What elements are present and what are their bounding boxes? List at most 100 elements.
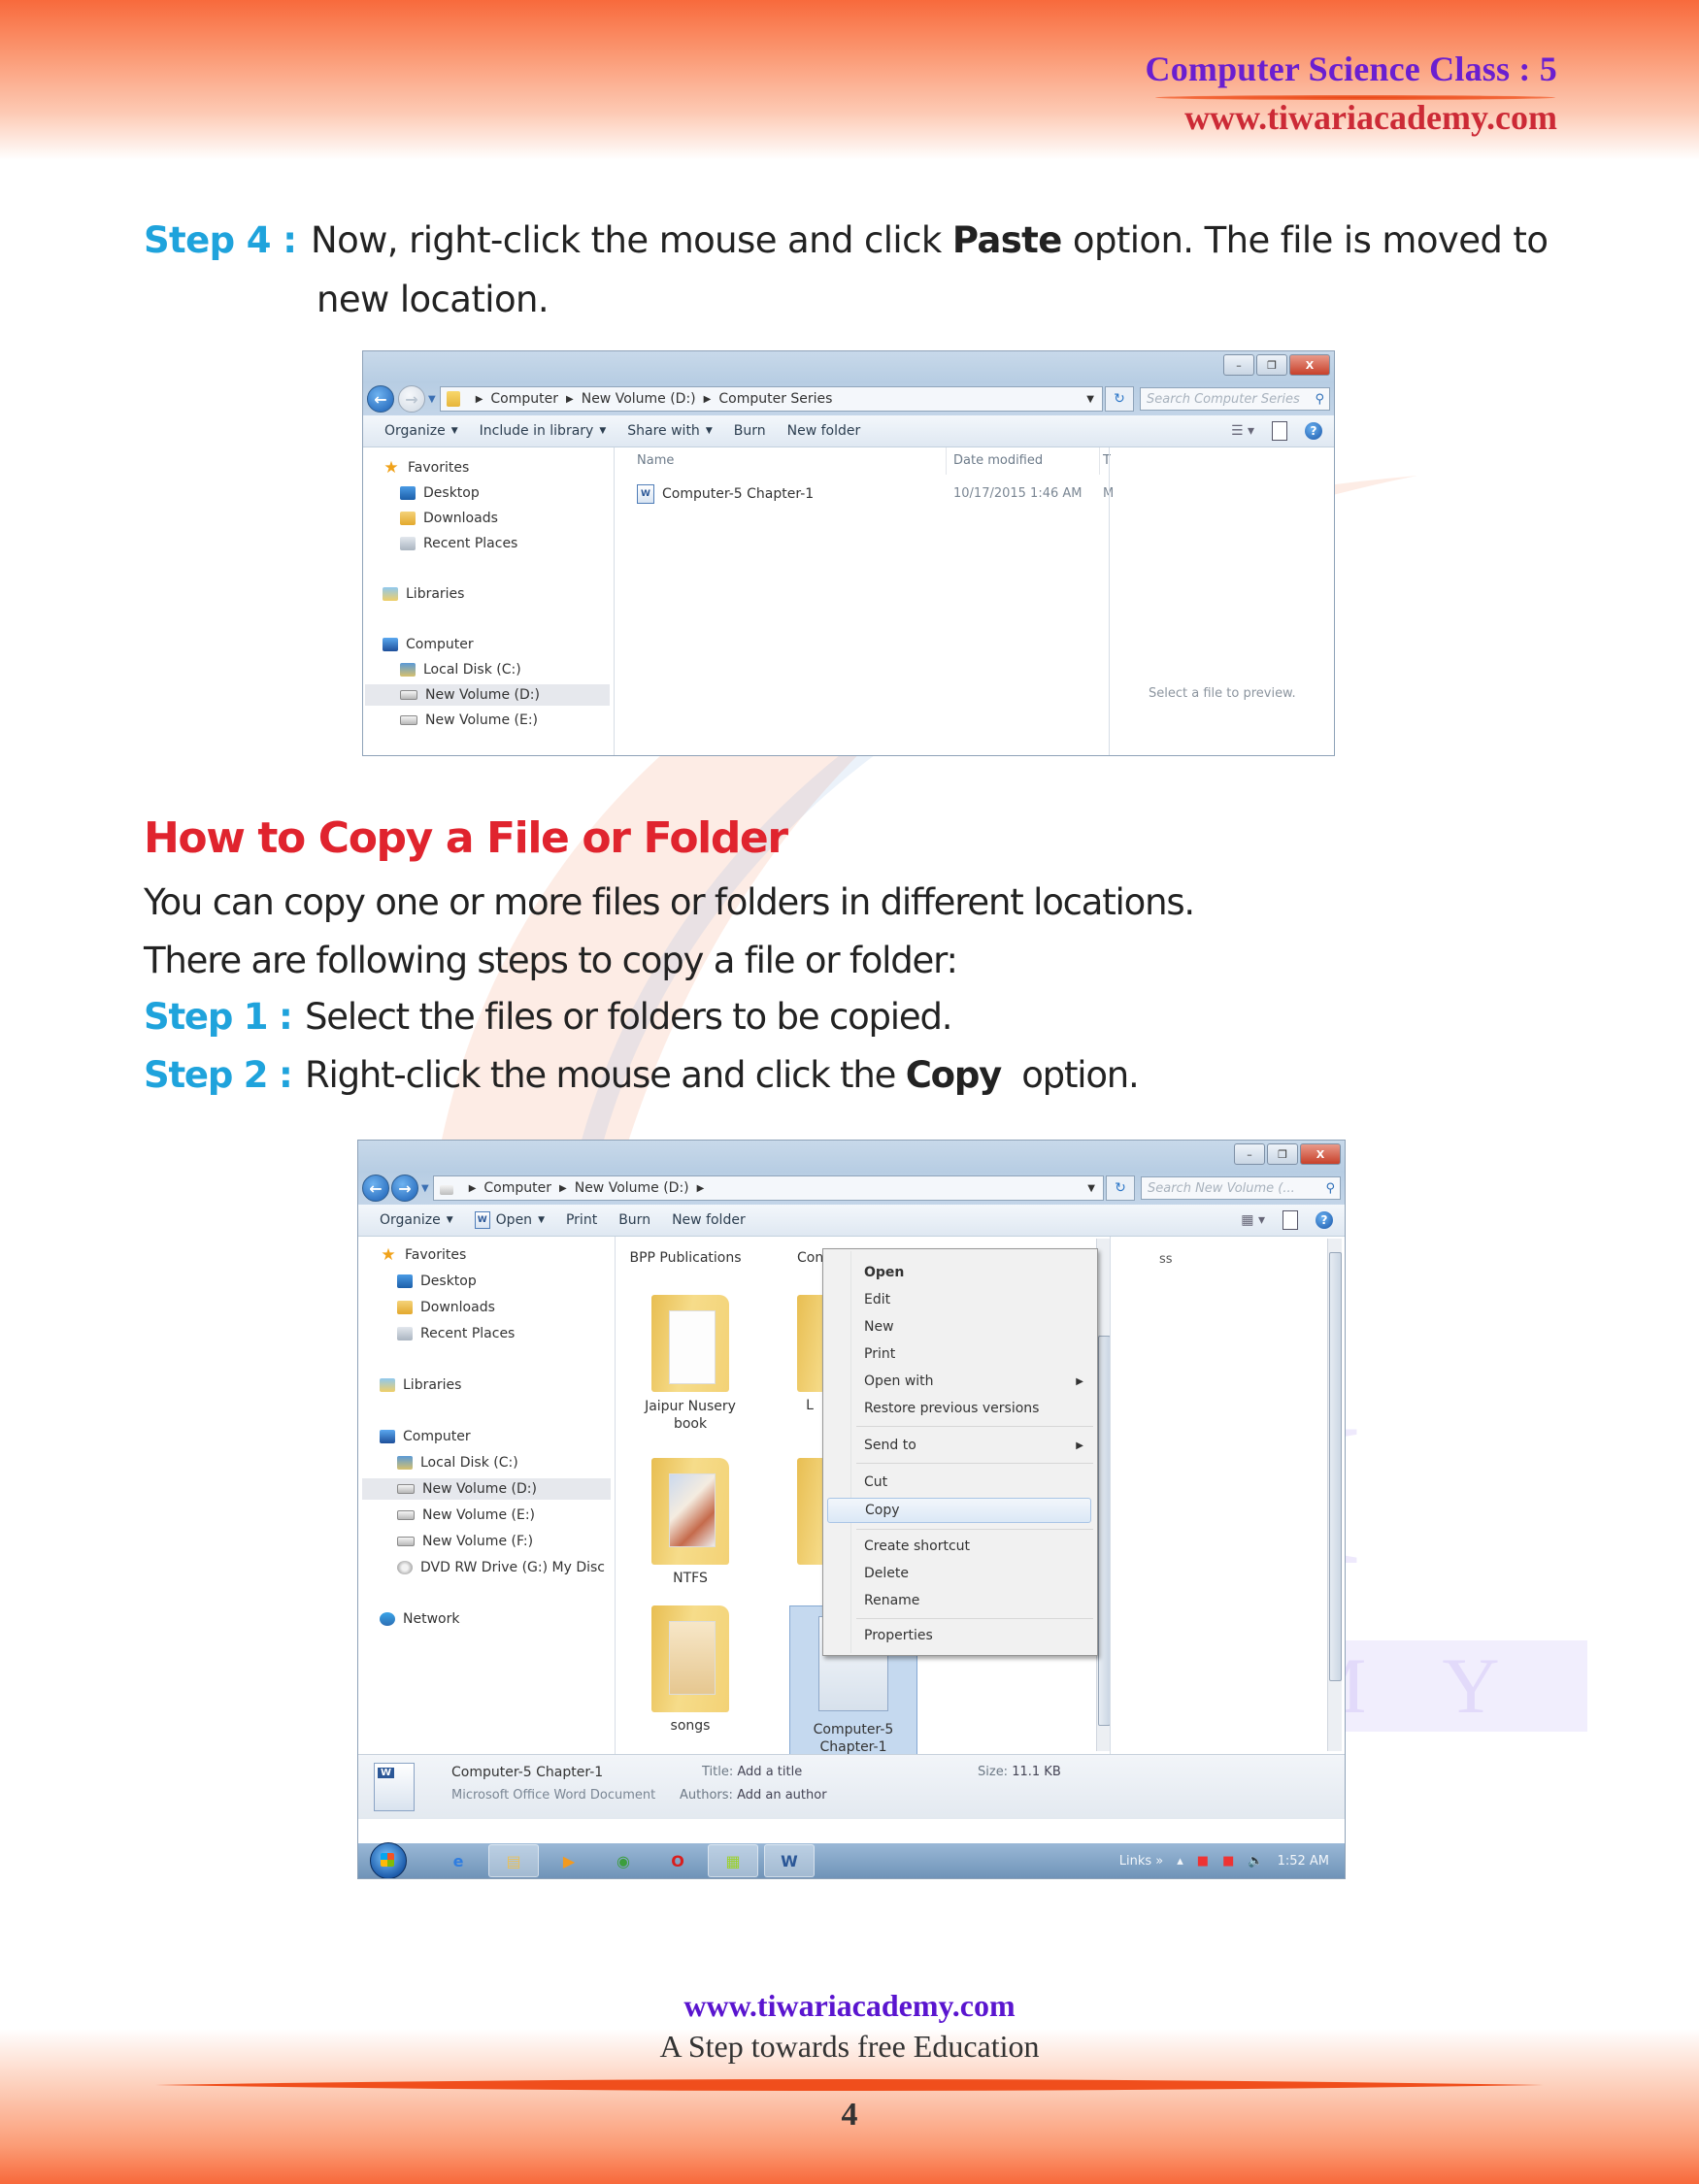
menu-item-print[interactable]: Print — [864, 1342, 1091, 1366]
nav-recent-places[interactable]: Recent Places — [400, 533, 517, 554]
menu-item-send-to[interactable]: Send to ▶ — [864, 1434, 1091, 1457]
breadcrumb-separator-icon[interactable]: ▶ — [469, 1183, 477, 1194]
window-scrollbar[interactable] — [1327, 1239, 1342, 1751]
folder-songs[interactable]: songs — [632, 1605, 749, 1734]
footer-website-link[interactable]: www.tiwariacademy.com — [0, 1988, 1699, 2024]
minimize-button[interactable]: – — [1234, 1143, 1265, 1165]
breadcrumb-separator-icon[interactable]: ▶ — [566, 394, 574, 405]
preview-pane-icon[interactable] — [1272, 421, 1287, 441]
word-taskbar-icon[interactable]: W — [764, 1844, 815, 1877]
menu-item-new[interactable]: New — [864, 1315, 1091, 1339]
breadcrumb-new-volume-d[interactable]: New Volume (D:) — [575, 1180, 689, 1196]
details-title[interactable]: Title: Add a title — [702, 1765, 802, 1779]
preview-pane-icon[interactable] — [1283, 1210, 1298, 1230]
opera-icon[interactable]: O — [653, 1845, 702, 1876]
network-error-icon[interactable]: ■ — [1197, 1854, 1209, 1869]
folder-ntfs[interactable]: NTFS — [632, 1458, 749, 1586]
start-button[interactable] — [370, 1842, 407, 1878]
nav-new-volume-e[interactable]: New Volume (E:) — [397, 1505, 535, 1526]
menu-item-copy[interactable]: Copy — [827, 1498, 1091, 1523]
include-in-library-button[interactable]: Include in library ▼ — [480, 423, 607, 439]
menu-item-open[interactable]: Open — [864, 1261, 1091, 1284]
windows-explorer-icon[interactable]: ▤ — [488, 1844, 539, 1877]
folder-partial[interactable] — [797, 1458, 822, 1571]
menu-item-create-shortcut[interactable]: Create shortcut — [864, 1535, 1091, 1558]
nav-desktop[interactable]: Desktop — [400, 482, 480, 504]
nav-downloads[interactable]: Downloads — [400, 508, 498, 529]
search-input[interactable]: Search New Volume (... ⚲ — [1141, 1176, 1341, 1200]
close-button[interactable]: X — [1289, 354, 1330, 376]
column-divider[interactable] — [946, 447, 947, 475]
show-hidden-icons-icon[interactable]: ▴ — [1177, 1854, 1183, 1869]
details-authors[interactable]: Authors: Add an author — [680, 1788, 827, 1803]
nav-dvd-drive-g[interactable]: DVD RW Drive (G:) My Disc — [397, 1557, 605, 1578]
calculator-icon[interactable]: ▦ — [708, 1844, 758, 1877]
change-view-icon[interactable]: ▦ ▾ — [1241, 1212, 1265, 1228]
back-button[interactable]: ← — [362, 1175, 389, 1202]
minimize-button[interactable]: – — [1223, 354, 1254, 376]
nav-libraries[interactable]: Libraries — [380, 1374, 461, 1396]
menu-item-restore-previous-versions[interactable]: Restore previous versions — [864, 1397, 1091, 1420]
restore-button[interactable]: ❐ — [1267, 1143, 1298, 1165]
close-button[interactable]: X — [1300, 1143, 1341, 1165]
breadcrumb-separator-icon[interactable]: ▶ — [559, 1183, 567, 1194]
scrollbar-thumb[interactable] — [1329, 1252, 1342, 1681]
refresh-button[interactable]: ↻ — [1106, 1175, 1135, 1201]
restore-button[interactable]: ❐ — [1256, 354, 1287, 376]
nav-local-disk-c[interactable]: Local Disk (C:) — [397, 1452, 518, 1473]
nav-new-volume-f[interactable]: New Volume (F:) — [397, 1531, 533, 1552]
content-scrollbar[interactable] — [1096, 1239, 1111, 1751]
breadcrumb-separator-icon[interactable]: ▶ — [704, 394, 712, 405]
nav-favorites[interactable]: ★ Favorites — [383, 457, 469, 479]
media-player-icon[interactable]: ▶ — [545, 1845, 593, 1876]
address-bar[interactable]: ▶ Computer ▶ New Volume (D:) ▶ ▼ — [432, 1175, 1104, 1201]
nav-new-volume-e[interactable]: New Volume (E:) — [400, 710, 538, 731]
nav-network[interactable]: Network — [380, 1608, 459, 1630]
nav-new-volume-d[interactable]: New Volume (D:) — [362, 1478, 611, 1500]
column-header-name[interactable]: Name — [637, 453, 674, 468]
nav-local-disk-c[interactable]: Local Disk (C:) — [400, 659, 521, 680]
organize-button[interactable]: Organize ▼ — [384, 423, 458, 439]
refresh-button[interactable]: ↻ — [1105, 386, 1134, 412]
menu-item-rename[interactable]: Rename — [864, 1589, 1091, 1612]
address-bar[interactable]: ▶ Computer ▶ New Volume (D:) ▶ Computer … — [439, 386, 1103, 412]
help-icon[interactable]: ? — [1316, 1211, 1333, 1229]
header-website-link[interactable]: www.tiwariacademy.com — [1184, 97, 1557, 138]
address-dropdown-icon[interactable]: ▼ — [1087, 1183, 1095, 1194]
column-header-date-modified[interactable]: Date modified — [953, 453, 1043, 468]
column-divider[interactable] — [1099, 447, 1100, 475]
breadcrumb-new-volume-d[interactable]: New Volume (D:) — [582, 391, 696, 407]
forward-button[interactable]: → — [391, 1175, 418, 1202]
chrome-icon[interactable]: ◉ — [599, 1845, 648, 1876]
search-icon[interactable]: ⚲ — [1315, 392, 1324, 407]
breadcrumb-separator-icon[interactable]: ▶ — [476, 394, 483, 405]
new-folder-button[interactable]: New folder — [787, 423, 861, 439]
search-input[interactable]: Search Computer Series ⚲ — [1140, 387, 1330, 411]
address-dropdown-icon[interactable]: ▼ — [1086, 394, 1094, 405]
file-row[interactable]: W Computer-5 Chapter-1 — [637, 484, 814, 504]
folder-jaipur-nusery-book[interactable]: Jaipur Nusery book — [632, 1295, 749, 1433]
nav-downloads[interactable]: Downloads — [397, 1297, 495, 1318]
nav-computer[interactable]: Computer — [383, 634, 474, 655]
breadcrumb-separator-icon[interactable]: ▶ — [697, 1183, 705, 1194]
nav-libraries[interactable]: Libraries — [383, 583, 464, 605]
nav-desktop[interactable]: Desktop — [397, 1271, 477, 1292]
nav-computer[interactable]: Computer — [380, 1426, 471, 1447]
menu-item-edit[interactable]: Edit — [864, 1288, 1091, 1311]
nav-new-volume-d[interactable]: New Volume (D:) — [365, 684, 610, 706]
menu-item-cut[interactable]: Cut — [864, 1471, 1091, 1494]
nav-favorites[interactable]: ★ Favorites — [380, 1244, 466, 1266]
breadcrumb-computer[interactable]: Computer — [483, 1180, 551, 1196]
action-center-icon[interactable]: ■ — [1222, 1854, 1234, 1869]
share-with-button[interactable]: Share with ▼ — [627, 423, 712, 439]
help-icon[interactable]: ? — [1305, 422, 1322, 440]
breadcrumb-computer[interactable]: Computer — [490, 391, 558, 407]
item-ss[interactable]: ss — [1159, 1252, 1173, 1267]
internet-explorer-icon[interactable]: e — [434, 1845, 483, 1876]
nav-recent-places[interactable]: Recent Places — [397, 1323, 515, 1344]
links-toolbar[interactable]: Links » — [1119, 1854, 1164, 1869]
open-button[interactable]: W Open ▼ — [474, 1211, 545, 1229]
forward-button[interactable]: → — [398, 385, 425, 413]
folder-bpp-publications[interactable]: BPP Publications — [622, 1250, 749, 1266]
burn-button[interactable]: Burn — [618, 1212, 650, 1228]
